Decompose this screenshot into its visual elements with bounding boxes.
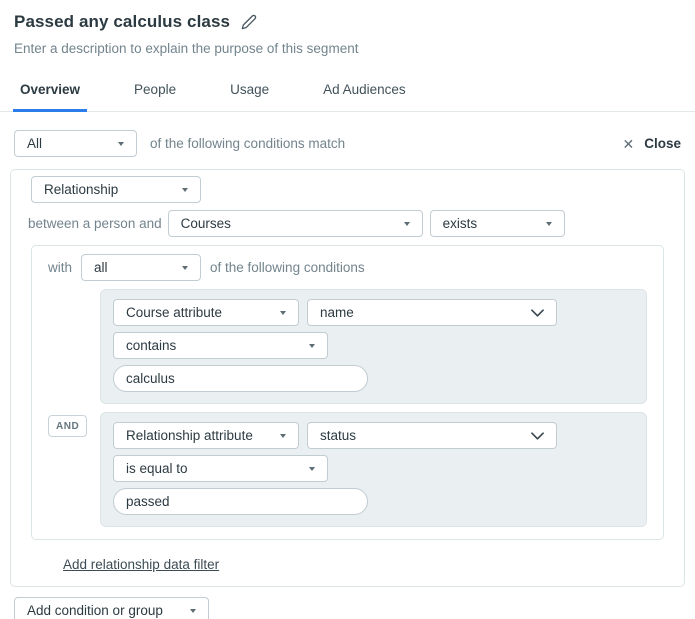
operator-value: is equal to <box>126 461 188 476</box>
top-match-select-value: All <box>27 136 42 151</box>
relationship-conditions-box: with all of the following conditions Cou… <box>31 245 664 540</box>
attribute-type-value: Course attribute <box>126 305 222 320</box>
attribute-name-select-2[interactable]: status <box>307 422 557 449</box>
pencil-icon <box>241 14 257 30</box>
caret-down-icon <box>118 142 124 146</box>
match-bar: All of the following conditions match ✕ … <box>0 112 695 169</box>
close-button[interactable]: ✕ Close <box>623 136 682 151</box>
attribute-type-select-2[interactable]: Relationship attribute <box>113 422 299 449</box>
with-label: with <box>48 260 72 275</box>
condition-row: Course attribute name contains <box>48 289 647 404</box>
inner-match-value: all <box>94 260 108 275</box>
value-field-wrap-2 <box>113 488 368 515</box>
operator-value: contains <box>126 338 176 353</box>
chevron-down-icon <box>531 309 544 317</box>
close-icon: ✕ <box>623 137 635 151</box>
footer: Add condition or group <box>0 587 695 619</box>
condition-type-value: Relationship <box>44 182 118 197</box>
caret-down-icon <box>404 222 410 226</box>
relationship-operator-value: exists <box>443 216 478 231</box>
condition-gutter <box>48 289 100 404</box>
match-text: of the following conditions match <box>150 136 345 151</box>
caret-down-icon <box>309 344 315 348</box>
caret-down-icon <box>190 609 196 613</box>
tab-bar: Overview People Usage Ad Audiences <box>0 82 695 112</box>
operator-select-1[interactable]: contains <box>113 332 328 359</box>
segment-header: Passed any calculus class Enter a descri… <box>0 0 695 56</box>
caret-down-icon <box>309 467 315 471</box>
caret-down-icon <box>546 222 552 226</box>
condition-type-select[interactable]: Relationship <box>31 176 201 203</box>
chevron-down-icon <box>531 432 544 440</box>
value-input-2[interactable] <box>126 494 355 509</box>
tab-overview[interactable]: Overview <box>13 82 87 112</box>
condition-row: AND Relationship attribute status <box>48 412 647 527</box>
add-relationship-data-filter-link[interactable]: Add relationship data filter <box>63 557 219 572</box>
conditions-suffix-label: of the following conditions <box>210 260 365 275</box>
value-field-wrap-1 <box>113 365 368 392</box>
attribute-name-value: name <box>320 305 354 320</box>
relationship-object-select[interactable]: Courses <box>168 210 423 237</box>
tab-people[interactable]: People <box>127 82 183 112</box>
page-title: Passed any calculus class <box>14 12 230 32</box>
segment-description[interactable]: Enter a description to explain the purpo… <box>14 41 681 56</box>
close-label: Close <box>644 136 681 151</box>
tab-ad-audiences[interactable]: Ad Audiences <box>316 82 413 112</box>
add-condition-or-group-button[interactable]: Add condition or group <box>14 597 209 619</box>
inner-match-select[interactable]: all <box>81 254 201 281</box>
attribute-name-select-1[interactable]: name <box>307 299 557 326</box>
top-match-select[interactable]: All <box>14 130 137 157</box>
caret-down-icon <box>182 266 188 270</box>
attribute-name-value: status <box>320 428 356 443</box>
and-badge: AND <box>48 415 87 437</box>
caret-down-icon <box>280 434 286 438</box>
edit-title-button[interactable] <box>241 14 257 30</box>
add-condition-label: Add condition or group <box>27 603 163 618</box>
condition-card-1: Course attribute name contains <box>100 289 647 404</box>
condition-gutter: AND <box>48 412 100 527</box>
condition-card-2: Relationship attribute status is equal t… <box>100 412 647 527</box>
relationship-operator-select[interactable]: exists <box>430 210 565 237</box>
value-input-1[interactable] <box>126 371 355 386</box>
caret-down-icon <box>280 311 286 315</box>
tab-usage[interactable]: Usage <box>223 82 276 112</box>
relationship-object-value: Courses <box>181 216 231 231</box>
caret-down-icon <box>182 188 188 192</box>
attribute-type-select-1[interactable]: Course attribute <box>113 299 299 326</box>
attribute-type-value: Relationship attribute <box>126 428 253 443</box>
condition-group: Relationship between a person and Course… <box>10 169 685 587</box>
between-label: between a person and <box>28 216 162 231</box>
operator-select-2[interactable]: is equal to <box>113 455 328 482</box>
